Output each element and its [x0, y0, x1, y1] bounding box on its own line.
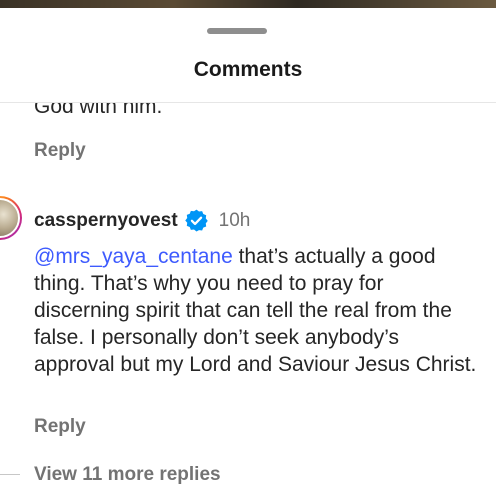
comments-sheet: Comments God with him. Reply casspernyov…: [0, 8, 496, 497]
verified-badge-icon: [184, 208, 209, 233]
username[interactable]: casspernyovest: [34, 210, 178, 232]
avatar[interactable]: [0, 196, 22, 240]
view-more-replies-button[interactable]: View 11 more replies: [34, 464, 221, 486]
background-media-strip: [0, 0, 496, 8]
page-title: Comments: [193, 58, 303, 81]
drag-handle[interactable]: [207, 28, 267, 34]
comment-timestamp: 10h: [218, 209, 251, 231]
comment-list[interactable]: God with him. Reply casspernyovest 10h @…: [0, 103, 496, 497]
mention-link[interactable]: @mrs_yaya_centane: [34, 245, 233, 268]
comment-text: @mrs_yaya_centane that’s actually a good…: [34, 243, 484, 378]
thread-line: [0, 474, 20, 475]
previous-comment-text: God with him.: [34, 103, 163, 118]
comment-header: casspernyovest 10h: [34, 208, 250, 233]
reply-button[interactable]: Reply: [34, 416, 86, 438]
reply-button[interactable]: Reply: [34, 140, 86, 162]
avatar-image: [0, 198, 20, 238]
